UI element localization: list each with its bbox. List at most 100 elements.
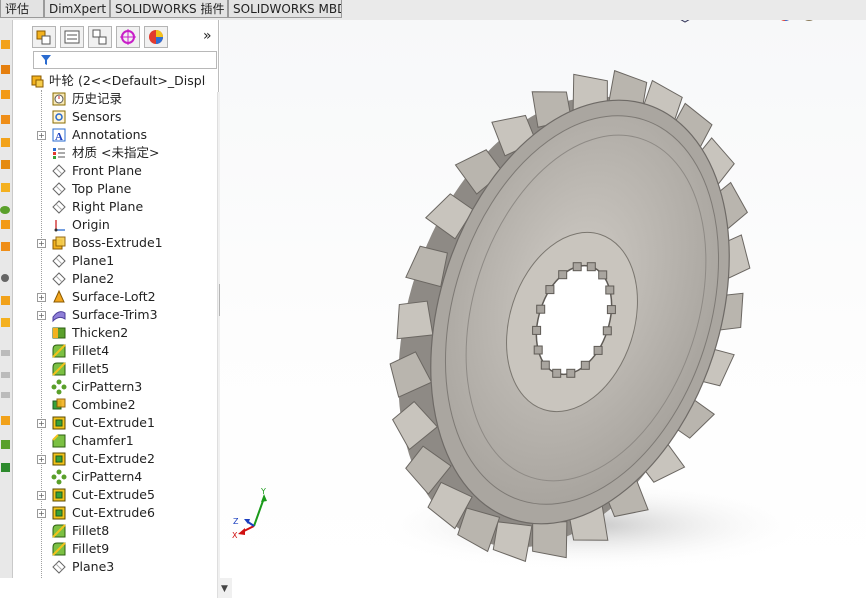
sensors-icon [52, 110, 66, 124]
triad-y-axis [253, 497, 265, 527]
impeller-blade [532, 521, 568, 559]
tab-solidworks-addins[interactable]: SOLIDWORKS 插件 [110, 0, 228, 18]
tab-solidworks-mbd[interactable]: SOLIDWORKS MBD [228, 0, 342, 18]
vertical-toolbar [0, 20, 13, 578]
expand-toggle-icon[interactable]: + [37, 293, 46, 302]
tree-item-label: Fillet8 [72, 523, 110, 538]
surface-loft-icon [53, 289, 65, 303]
tree-item-label: Fillet9 [72, 541, 110, 556]
svg-text:A: A [55, 131, 63, 143]
tree-item-surface-loft2[interactable]: + Surface-Loft2 [13, 288, 206, 306]
impeller-model[interactable] [220, 20, 866, 578]
tree-item-label: Front Plane [72, 163, 142, 178]
cut-extrude-icon [52, 488, 66, 502]
extrude-icon [52, 236, 66, 250]
fillet-icon [52, 542, 66, 556]
expand-toggle-icon[interactable]: + [37, 311, 46, 320]
tree-item-label: Surface-Trim3 [72, 307, 158, 322]
tree-item-plane1[interactable]: Plane1 [13, 252, 206, 270]
tree-item-label: Top Plane [72, 181, 132, 196]
tree-item-cut-extrude1[interactable]: + Cut-Extrude1 [13, 414, 206, 432]
tree-item-label: Plane3 [72, 559, 115, 574]
spline-tooth [572, 262, 582, 272]
combine-icon [52, 398, 66, 410]
tree-item-cut-extrude5[interactable]: + Cut-Extrude5 [13, 486, 206, 504]
tab-display-manager[interactable] [144, 26, 168, 48]
triad-z-label: Z [233, 517, 239, 526]
tree-item-fillet4[interactable]: Fillet4 [13, 342, 206, 360]
tree-item-材质-未指定[interactable]: 材质 <未指定> [13, 144, 206, 162]
plane-icon [52, 200, 66, 214]
tree-item-label: Cut-Extrude5 [72, 487, 155, 502]
tree-item-label: Boss-Extrude1 [72, 235, 163, 250]
tree-item-sensors[interactable]: Sensors [13, 108, 206, 126]
tree-item-label: Sensors [72, 109, 122, 124]
plane-icon [52, 182, 66, 196]
tree-item-chamfer1[interactable]: Chamfer1 [13, 432, 206, 450]
cut-extrude-icon [52, 506, 66, 520]
tab-property-manager[interactable] [60, 26, 84, 48]
tab-dimxpert[interactable]: DimXpert [44, 0, 110, 18]
tree-item-top-plane[interactable]: Top Plane [13, 180, 206, 198]
spline-tooth [566, 368, 576, 378]
tab-evaluate[interactable]: 评估 [0, 0, 44, 18]
expand-toggle-icon[interactable]: + [37, 131, 46, 140]
spline-tooth [580, 360, 590, 370]
fillet-icon [52, 344, 66, 358]
scroll-down-arrow-icon[interactable]: ▼ [221, 584, 228, 594]
tree-item-combine2[interactable]: Combine2 [13, 396, 206, 414]
expand-toggle-icon[interactable]: + [37, 455, 46, 464]
triad-y-label: Y [260, 488, 266, 496]
tree-item-fillet8[interactable]: Fillet8 [13, 522, 206, 540]
tree-item-front-plane[interactable]: Front Plane [13, 162, 206, 180]
tree-item-cirpattern4[interactable]: CirPattern4 [13, 468, 206, 486]
tree-item-surface-trim3[interactable]: + Surface-Trim3 [13, 306, 206, 324]
graphics-viewport[interactable]: ▾ ▾ ▾ ▾ ▾ Y X Z [220, 20, 866, 578]
expand-toggle-icon[interactable]: + [37, 491, 46, 500]
expand-panel-icon[interactable]: » [203, 28, 212, 44]
plane-icon [52, 164, 66, 178]
tree-item-fillet5[interactable]: Fillet5 [13, 360, 206, 378]
tree-item-cut-extrude6[interactable]: + Cut-Extrude6 [13, 504, 206, 522]
vertical-toolbar-icons[interactable] [0, 20, 12, 578]
tree-item-plane3[interactable]: Plane3 [13, 558, 206, 576]
tab-dimxpert-manager[interactable] [116, 26, 140, 48]
tree-item-boss-extrude1[interactable]: + Boss-Extrude1 [13, 234, 206, 252]
triad-z-axis [247, 521, 255, 527]
view-orientation-icon [680, 20, 690, 23]
chamfer-icon [52, 434, 66, 448]
tree-item-label: Cut-Extrude6 [72, 505, 155, 520]
feature-tree-filter[interactable] [33, 51, 217, 69]
tree-item-label: Fillet5 [72, 361, 110, 376]
spline-tooth [593, 345, 603, 355]
feature-tree: 叶轮 (2<<Default>_Displa 历史记录 Sensors + A Anno… [13, 72, 206, 578]
expand-toggle-icon[interactable]: + [37, 509, 46, 518]
tree-root-label: 叶轮 (2<<Default>_Displa [49, 73, 206, 88]
expand-toggle-icon[interactable]: + [37, 239, 46, 248]
tree-item-origin[interactable]: Origin [13, 216, 206, 234]
command-manager-tabs: 评估 DimXpert SOLIDWORKS 插件 SOLIDWORKS MBD [0, 0, 866, 20]
tree-item-plane2[interactable]: Plane2 [13, 270, 206, 288]
tree-item-thicken2[interactable]: Thicken2 [13, 324, 206, 342]
expand-toggle-icon[interactable]: + [37, 419, 46, 428]
tree-item-annotations[interactable]: + A Annotations [13, 126, 206, 144]
heads-up-icons[interactable]: ▾ ▾ ▾ ▾ ▾ [580, 20, 866, 28]
history-icon [52, 92, 66, 106]
tab-configuration-manager[interactable] [88, 26, 112, 48]
spline-tooth [598, 270, 608, 280]
spline-tooth [552, 368, 562, 378]
tree-item-right-plane[interactable]: Right Plane [13, 198, 206, 216]
coordinate-triad: Y X Z [232, 488, 267, 540]
tab-feature-tree[interactable] [32, 26, 56, 48]
funnel-icon [41, 55, 51, 65]
tree-item-label: 历史记录 [72, 91, 123, 106]
tree-item-label: Right Plane [72, 199, 144, 214]
tree-item-cirpattern3[interactable]: CirPattern3 [13, 378, 206, 396]
tree-item-历史记录[interactable]: 历史记录 [13, 90, 206, 108]
spline-tooth [533, 345, 543, 355]
part-icon [31, 75, 44, 88]
configuration-manager-icon [92, 29, 107, 45]
tree-item-cut-extrude2[interactable]: + Cut-Extrude2 [13, 450, 206, 468]
tree-item-fillet9[interactable]: Fillet9 [13, 540, 206, 558]
spline-tooth [606, 305, 616, 315]
